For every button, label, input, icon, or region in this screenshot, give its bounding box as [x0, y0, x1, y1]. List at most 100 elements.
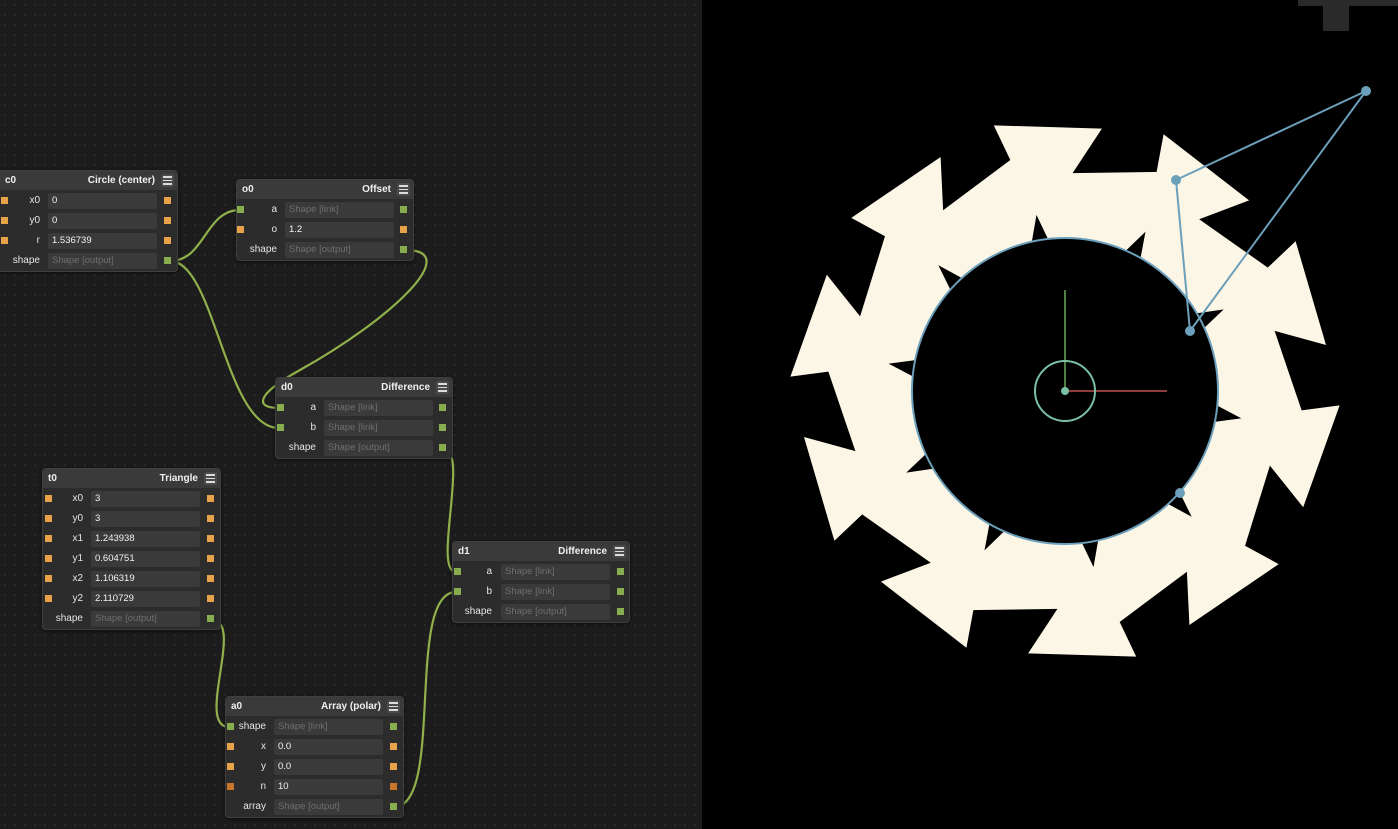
input-port-a[interactable] [237, 206, 244, 213]
output-port-x2[interactable] [207, 575, 214, 582]
output-port-r[interactable] [164, 237, 171, 244]
output-port-y1[interactable] [207, 555, 214, 562]
param-label: shape [238, 721, 266, 732]
param-field-y1[interactable]: 0.604751 [91, 551, 200, 567]
input-port-o[interactable] [237, 226, 244, 233]
origin-dot[interactable] [1061, 387, 1069, 395]
output-port-n[interactable] [390, 783, 397, 790]
output-port-shape[interactable] [390, 723, 397, 730]
input-port-y1[interactable] [45, 555, 52, 562]
triangle-vertex-handle[interactable] [1171, 175, 1181, 185]
param-row-a: a Shape [link] [276, 398, 452, 418]
output-port-y0[interactable] [164, 217, 171, 224]
input-port-n[interactable] [227, 783, 234, 790]
output-port-shape[interactable] [164, 257, 171, 264]
output-port-x[interactable] [390, 743, 397, 750]
param-field-o[interactable]: 1.2 [285, 222, 394, 238]
input-port-a[interactable] [277, 404, 284, 411]
node-header[interactable]: o0 Offset [237, 180, 413, 199]
input-port-y[interactable] [227, 763, 234, 770]
node-graph-panel[interactable]: c0 Circle (center) x0 0 y0 0 r 1.536739 … [0, 0, 702, 829]
node-name: c0 [5, 175, 17, 186]
output-port-b[interactable] [439, 424, 446, 431]
output-port-x1[interactable] [207, 535, 214, 542]
param-row-y: y 0.0 [226, 757, 403, 777]
output-port-a[interactable] [400, 206, 407, 213]
radius-point-handle[interactable] [1175, 488, 1185, 498]
param-field-x0[interactable]: 3 [91, 491, 200, 507]
input-port-x1[interactable] [45, 535, 52, 542]
param-field-n[interactable]: 10 [274, 779, 383, 795]
node-c0[interactable]: c0 Circle (center) x0 0 y0 0 r 1.536739 … [0, 170, 178, 272]
node-header[interactable]: c0 Circle (center) [0, 171, 177, 190]
param-field-x[interactable]: 0.0 [274, 739, 383, 755]
input-port-b[interactable] [277, 424, 284, 431]
node-header[interactable]: t0 Triangle [43, 469, 220, 488]
param-label: array [243, 801, 266, 812]
output-port-shape[interactable] [439, 444, 446, 451]
hamburger-icon[interactable] [204, 472, 217, 485]
hamburger-icon[interactable] [436, 381, 449, 394]
hamburger-icon[interactable] [397, 183, 410, 196]
param-field-y0[interactable]: 3 [91, 511, 200, 527]
output-port-shape[interactable] [400, 246, 407, 253]
output-field-shape: Shape [output] [91, 611, 200, 627]
node-d1[interactable]: d1 Difference a Shape [link] b Shape [li… [452, 541, 630, 623]
output-port-a[interactable] [617, 568, 624, 575]
output-port-array[interactable] [390, 803, 397, 810]
output-port-y0[interactable] [207, 515, 214, 522]
hamburger-icon[interactable] [161, 174, 174, 187]
input-port-x0[interactable] [45, 495, 52, 502]
output-port-shape[interactable] [207, 615, 214, 622]
param-row-array: array Shape [output] [226, 797, 403, 817]
node-o0[interactable]: o0 Offset a Shape [link] o 1.2 shape Sha… [236, 179, 414, 261]
output-port-x0[interactable] [164, 197, 171, 204]
param-label: a [271, 204, 277, 215]
param-field-x2[interactable]: 1.106319 [91, 571, 200, 587]
node-type: Array (polar) [320, 701, 381, 712]
node-header[interactable]: d0 Difference [276, 378, 452, 397]
input-port-shape[interactable] [227, 723, 234, 730]
input-port-x[interactable] [227, 743, 234, 750]
render-viewport[interactable] [702, 0, 1398, 829]
output-port-o[interactable] [400, 226, 407, 233]
param-label: x [261, 741, 266, 752]
output-port-y[interactable] [390, 763, 397, 770]
param-field-x0[interactable]: 0 [48, 193, 157, 209]
node-t0[interactable]: t0 Triangle x0 3 y0 3 x1 1.243938 y1 0.6… [42, 468, 221, 630]
input-port-y2[interactable] [45, 595, 52, 602]
output-port-shape[interactable] [617, 608, 624, 615]
hamburger-icon[interactable] [387, 700, 400, 713]
param-field-r[interactable]: 1.536739 [48, 233, 157, 249]
param-row-shape: shape Shape [output] [0, 251, 177, 271]
param-field-y2[interactable]: 2.110729 [91, 591, 200, 607]
input-port-r[interactable] [1, 237, 8, 244]
node-a0[interactable]: a0 Array (polar) shape Shape [link] x 0.… [225, 696, 404, 818]
param-field-y[interactable]: 0.0 [274, 759, 383, 775]
output-port-b[interactable] [617, 588, 624, 595]
hamburger-icon[interactable] [613, 545, 626, 558]
param-label: b [486, 586, 492, 597]
output-port-x0[interactable] [207, 495, 214, 502]
param-row-y2: y2 2.110729 [43, 589, 220, 609]
param-label: y0 [72, 513, 83, 524]
node-header[interactable]: a0 Array (polar) [226, 697, 403, 716]
node-header[interactable]: d1 Difference [453, 542, 629, 561]
param-row-n: n 10 [226, 777, 403, 797]
param-row-b: b Shape [link] [453, 582, 629, 602]
triangle-vertex-handle[interactable] [1185, 326, 1195, 336]
input-port-y0[interactable] [1, 217, 8, 224]
param-field-y0[interactable]: 0 [48, 213, 157, 229]
node-name: d0 [281, 382, 293, 393]
input-port-x2[interactable] [45, 575, 52, 582]
input-port-x0[interactable] [1, 197, 8, 204]
param-field-x1[interactable]: 1.243938 [91, 531, 200, 547]
triangle-vertex-handle[interactable] [1361, 86, 1371, 96]
input-port-y0[interactable] [45, 515, 52, 522]
output-port-y2[interactable] [207, 595, 214, 602]
input-port-b[interactable] [454, 588, 461, 595]
input-port-a[interactable] [454, 568, 461, 575]
node-d0[interactable]: d0 Difference a Shape [link] b Shape [li… [275, 377, 453, 459]
param-label: o [271, 224, 277, 235]
output-port-a[interactable] [439, 404, 446, 411]
